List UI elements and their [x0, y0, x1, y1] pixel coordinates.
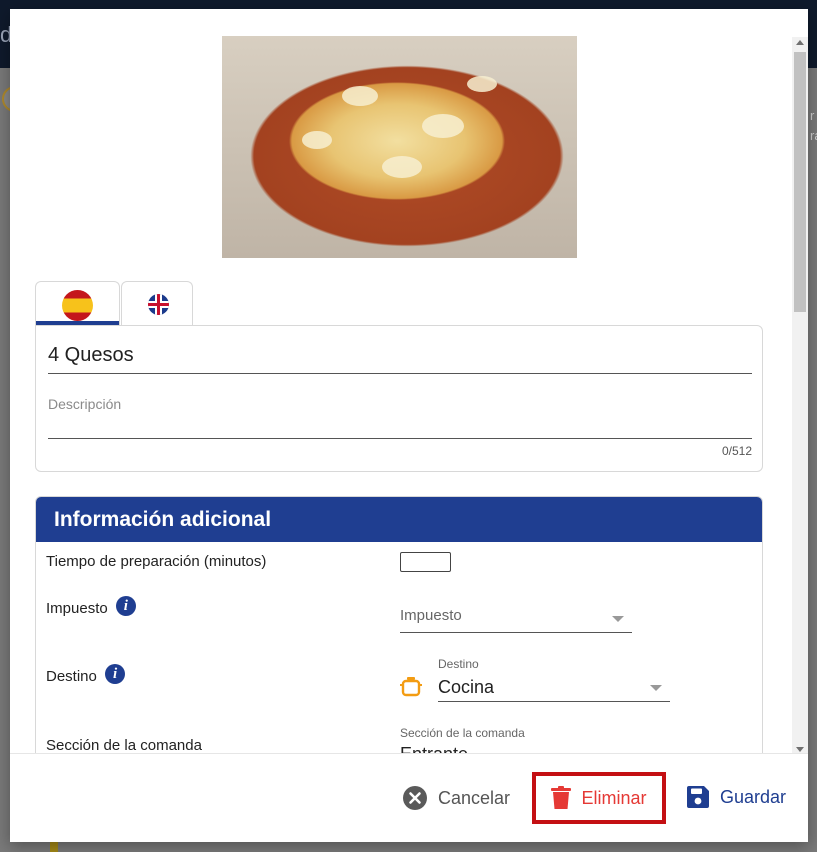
destination-label: Destino: [46, 667, 97, 685]
description-char-counter: 0/512: [721, 444, 752, 458]
description-underline: [48, 438, 752, 439]
product-name-field[interactable]: 4 Quesos: [48, 344, 134, 367]
product-edit-dialog: 4 Quesos Descripción 0/512 Información a…: [10, 9, 808, 842]
dialog-scrollbar[interactable]: [792, 37, 808, 755]
product-image[interactable]: [222, 36, 577, 258]
save-button[interactable]: Guardar: [686, 785, 786, 809]
destination-label-row: Destino i: [46, 664, 126, 687]
background-right-text: r ra: [810, 108, 817, 143]
destination-float-label: Destino: [438, 657, 479, 671]
tax-select-underline: [400, 632, 632, 633]
description-field[interactable]: Descripción: [48, 396, 121, 412]
save-button-label: Guardar: [720, 786, 787, 807]
tax-info-icon[interactable]: i: [115, 596, 136, 616]
section-float-label: Sección de la comanda: [400, 726, 525, 740]
dialog-footer: Cancelar Eliminar Guardar: [10, 753, 808, 842]
chevron-down-icon: [650, 685, 662, 691]
dialog-content: 4 Quesos Descripción 0/512 Información a…: [10, 9, 792, 753]
trash-icon: [551, 786, 572, 809]
product-text-card: 4 Quesos Descripción 0/512: [35, 325, 763, 472]
cooking-pot-icon: [400, 677, 422, 697]
cancel-button-label: Cancelar: [438, 787, 511, 808]
product-name-underline: [48, 373, 752, 374]
tax-select-placeholder: Impuesto: [400, 607, 462, 624]
tax-label-row: Impuesto i: [46, 596, 136, 619]
section-label: Sección de la comanda: [46, 737, 202, 753]
cancel-button[interactable]: Cancelar: [402, 785, 510, 811]
close-circle-icon: [403, 786, 427, 810]
prep-time-input[interactable]: [400, 552, 451, 572]
scroll-up-arrow-icon[interactable]: [796, 40, 804, 45]
scrollbar-thumb[interactable]: [794, 52, 806, 312]
destination-value: Cocina: [438, 677, 495, 697]
delete-button[interactable]: Eliminar: [532, 772, 666, 824]
additional-info-title: Información adicional: [36, 497, 762, 542]
tab-language-english[interactable]: [121, 281, 193, 325]
prep-time-label: Tiempo de preparación (minutos): [46, 553, 267, 570]
spain-flag-icon: [62, 290, 93, 321]
scroll-down-arrow-icon[interactable]: [796, 747, 804, 752]
uk-flag-icon: [148, 294, 169, 315]
chevron-down-icon: [612, 616, 624, 622]
tab-language-spanish[interactable]: [35, 281, 120, 325]
destination-select-underline: [438, 701, 670, 702]
section-value: Entrante: [400, 744, 468, 753]
destination-info-icon[interactable]: i: [105, 664, 126, 684]
tax-label: Impuesto: [46, 599, 108, 617]
floppy-disk-icon: [687, 786, 709, 808]
additional-info-card: Información adicional Tiempo de preparac…: [35, 496, 763, 753]
delete-button-label: Eliminar: [581, 787, 647, 808]
